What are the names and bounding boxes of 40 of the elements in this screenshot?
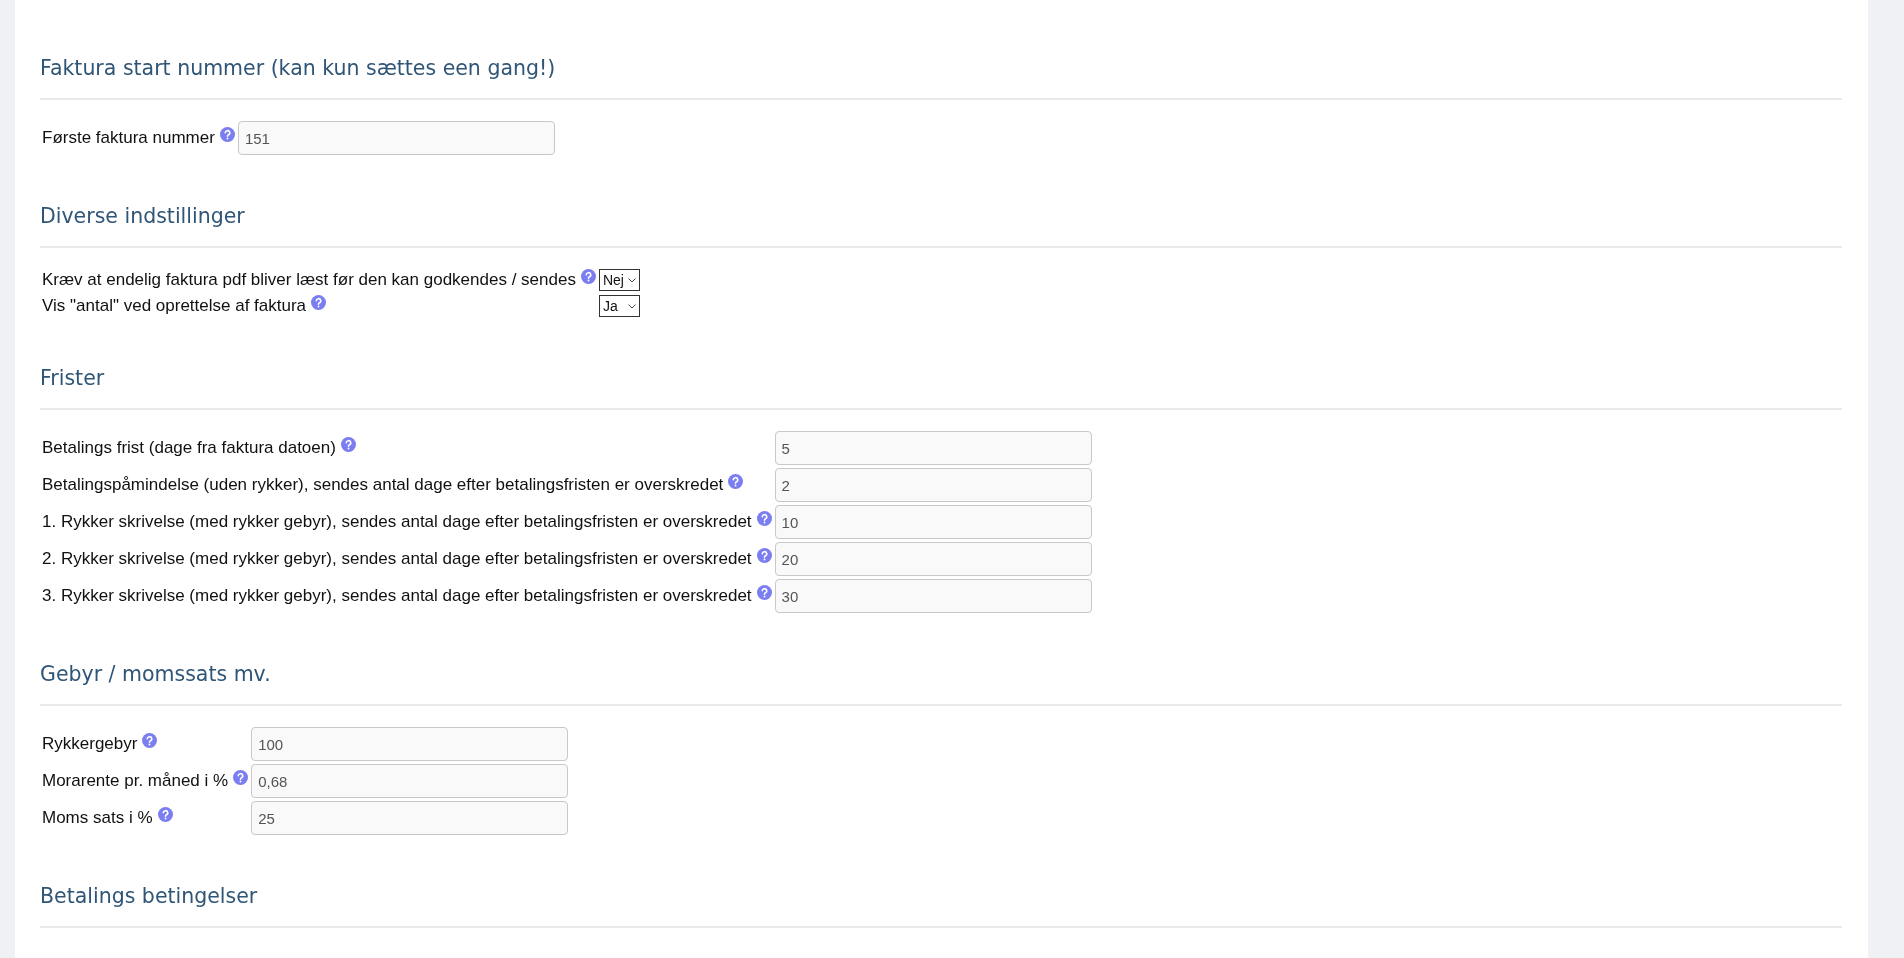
help-icon[interactable] bbox=[219, 126, 235, 142]
section-heading: Betalings betingelser bbox=[40, 883, 259, 910]
help-icon[interactable] bbox=[580, 268, 596, 284]
section-heading: Diverse indstillinger bbox=[40, 203, 246, 230]
input-field[interactable]: 151 bbox=[237, 121, 555, 155]
field-label: Rykkergebyr bbox=[42, 734, 138, 754]
field-label: Vis "antal" ved oprettelse af faktura bbox=[42, 296, 307, 316]
help-icon[interactable] bbox=[157, 806, 173, 822]
help-icon[interactable] bbox=[233, 769, 249, 785]
field-label: Kræv at endelig faktura pdf bliver læst før den kan godkendes / sendes bbox=[42, 270, 576, 290]
field-label: Betalingspåmindelse (uden rykker), sendes antal dage efter betalingsfristen er overskredet bbox=[42, 475, 724, 495]
dropdown[interactable]: Ja bbox=[598, 295, 640, 317]
input-field[interactable]: 30 bbox=[774, 579, 1092, 613]
section-heading: Faktura start nummer (kan kun sættes een gang!) bbox=[40, 55, 557, 82]
help-icon[interactable] bbox=[756, 584, 772, 600]
input-field[interactable]: 10 bbox=[774, 505, 1092, 539]
help-icon[interactable] bbox=[340, 436, 356, 452]
field-label: Første faktura nummer bbox=[42, 128, 215, 148]
input-field[interactable]: 20 bbox=[774, 542, 1092, 576]
field-label: 1. Rykker skrivelse (med rykker gebyr), sendes antal dage efter betalingsfristen er overskredet bbox=[42, 512, 752, 532]
help-icon[interactable] bbox=[728, 473, 744, 489]
input-field[interactable]: 2 bbox=[774, 468, 1092, 502]
field-label: Moms sats i % bbox=[42, 808, 153, 828]
help-icon[interactable] bbox=[756, 510, 772, 526]
section-heading: Gebyr / momssats mv. bbox=[40, 661, 272, 688]
field-label: Betalings frist (dage fra faktura datoen) bbox=[42, 438, 336, 458]
input-field[interactable]: 100 bbox=[251, 727, 569, 761]
field-label: 2. Rykker skrivelse (med rykker gebyr), sendes antal dage efter betalingsfristen er overskredet bbox=[42, 549, 752, 569]
caret-icon bbox=[627, 303, 636, 309]
input-field[interactable]: 25 bbox=[251, 801, 569, 835]
input-field[interactable]: 5 bbox=[774, 431, 1092, 465]
caret-icon bbox=[627, 277, 636, 283]
help-icon[interactable] bbox=[142, 732, 158, 748]
help-icon[interactable] bbox=[311, 294, 327, 310]
field-label: Morarente pr. måned i % bbox=[42, 771, 229, 791]
dropdown[interactable]: Nej bbox=[598, 269, 640, 291]
input-field[interactable]: 0,68 bbox=[251, 764, 569, 798]
field-label: 3. Rykker skrivelse (med rykker gebyr), sendes antal dage efter betalingsfristen er overskredet bbox=[42, 586, 752, 606]
section-heading: Frister bbox=[40, 365, 106, 392]
help-icon[interactable] bbox=[756, 547, 772, 563]
